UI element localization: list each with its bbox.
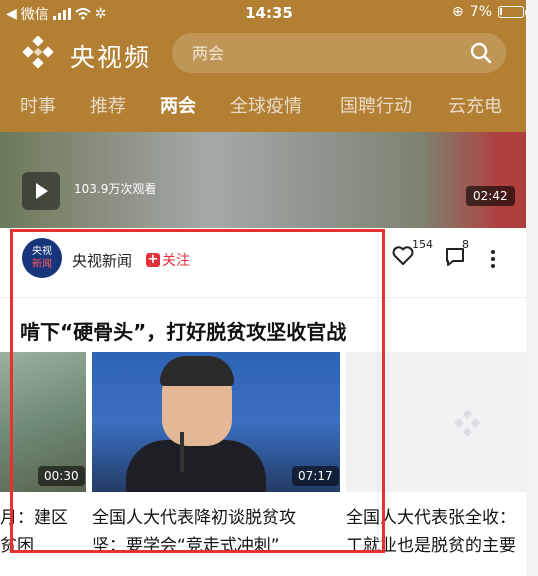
tab-guopin-xingdong[interactable]: 国聘行动	[340, 92, 412, 118]
search-icon[interactable]	[470, 42, 492, 64]
search-input[interactable]	[192, 41, 452, 65]
status-right: ⊕ 7%	[452, 4, 527, 20]
tab-shishi[interactable]: 时事	[20, 92, 56, 118]
video-banner[interactable]: 103.9万次观看 02:42	[0, 132, 526, 228]
more-icon[interactable]	[488, 250, 498, 270]
category-tabs: 时事 推荐 两会 全球疫情 国聘行动 云充电	[0, 92, 538, 122]
highlight-box	[10, 229, 385, 553]
tab-yunchongdian[interactable]: 云充电	[448, 92, 502, 118]
like-count: 154	[412, 238, 433, 251]
video-duration: 02:42	[466, 186, 515, 206]
tab-lianghui[interactable]: 两会	[160, 92, 196, 118]
app-logo-icon	[22, 36, 54, 69]
battery-percent: 7%	[469, 4, 492, 20]
scrollbar[interactable]	[526, 0, 538, 576]
app-brand-name: 央视频	[70, 43, 152, 72]
comment-count: 8	[462, 238, 469, 251]
rotation-lock-icon: ⊕	[452, 4, 464, 20]
tab-tuijian[interactable]: 推荐	[90, 92, 126, 118]
placeholder-logo-icon	[454, 410, 481, 437]
play-icon[interactable]	[22, 172, 60, 210]
battery-icon	[498, 6, 527, 18]
search-bar[interactable]	[172, 33, 506, 73]
tab-quanqiu-yiqing[interactable]: 全球疫情	[230, 92, 302, 118]
status-bar: ◀ 微信 ✲ 14:35 ⊕ 7%	[0, 0, 538, 26]
view-count: 103.9万次观看	[74, 182, 157, 196]
heart-icon[interactable]	[392, 246, 414, 266]
app-header: ◀ 微信 ✲ 14:35 ⊕ 7% 央视频 时事 推荐 两会 全球疫情 国聘行动…	[0, 0, 538, 132]
